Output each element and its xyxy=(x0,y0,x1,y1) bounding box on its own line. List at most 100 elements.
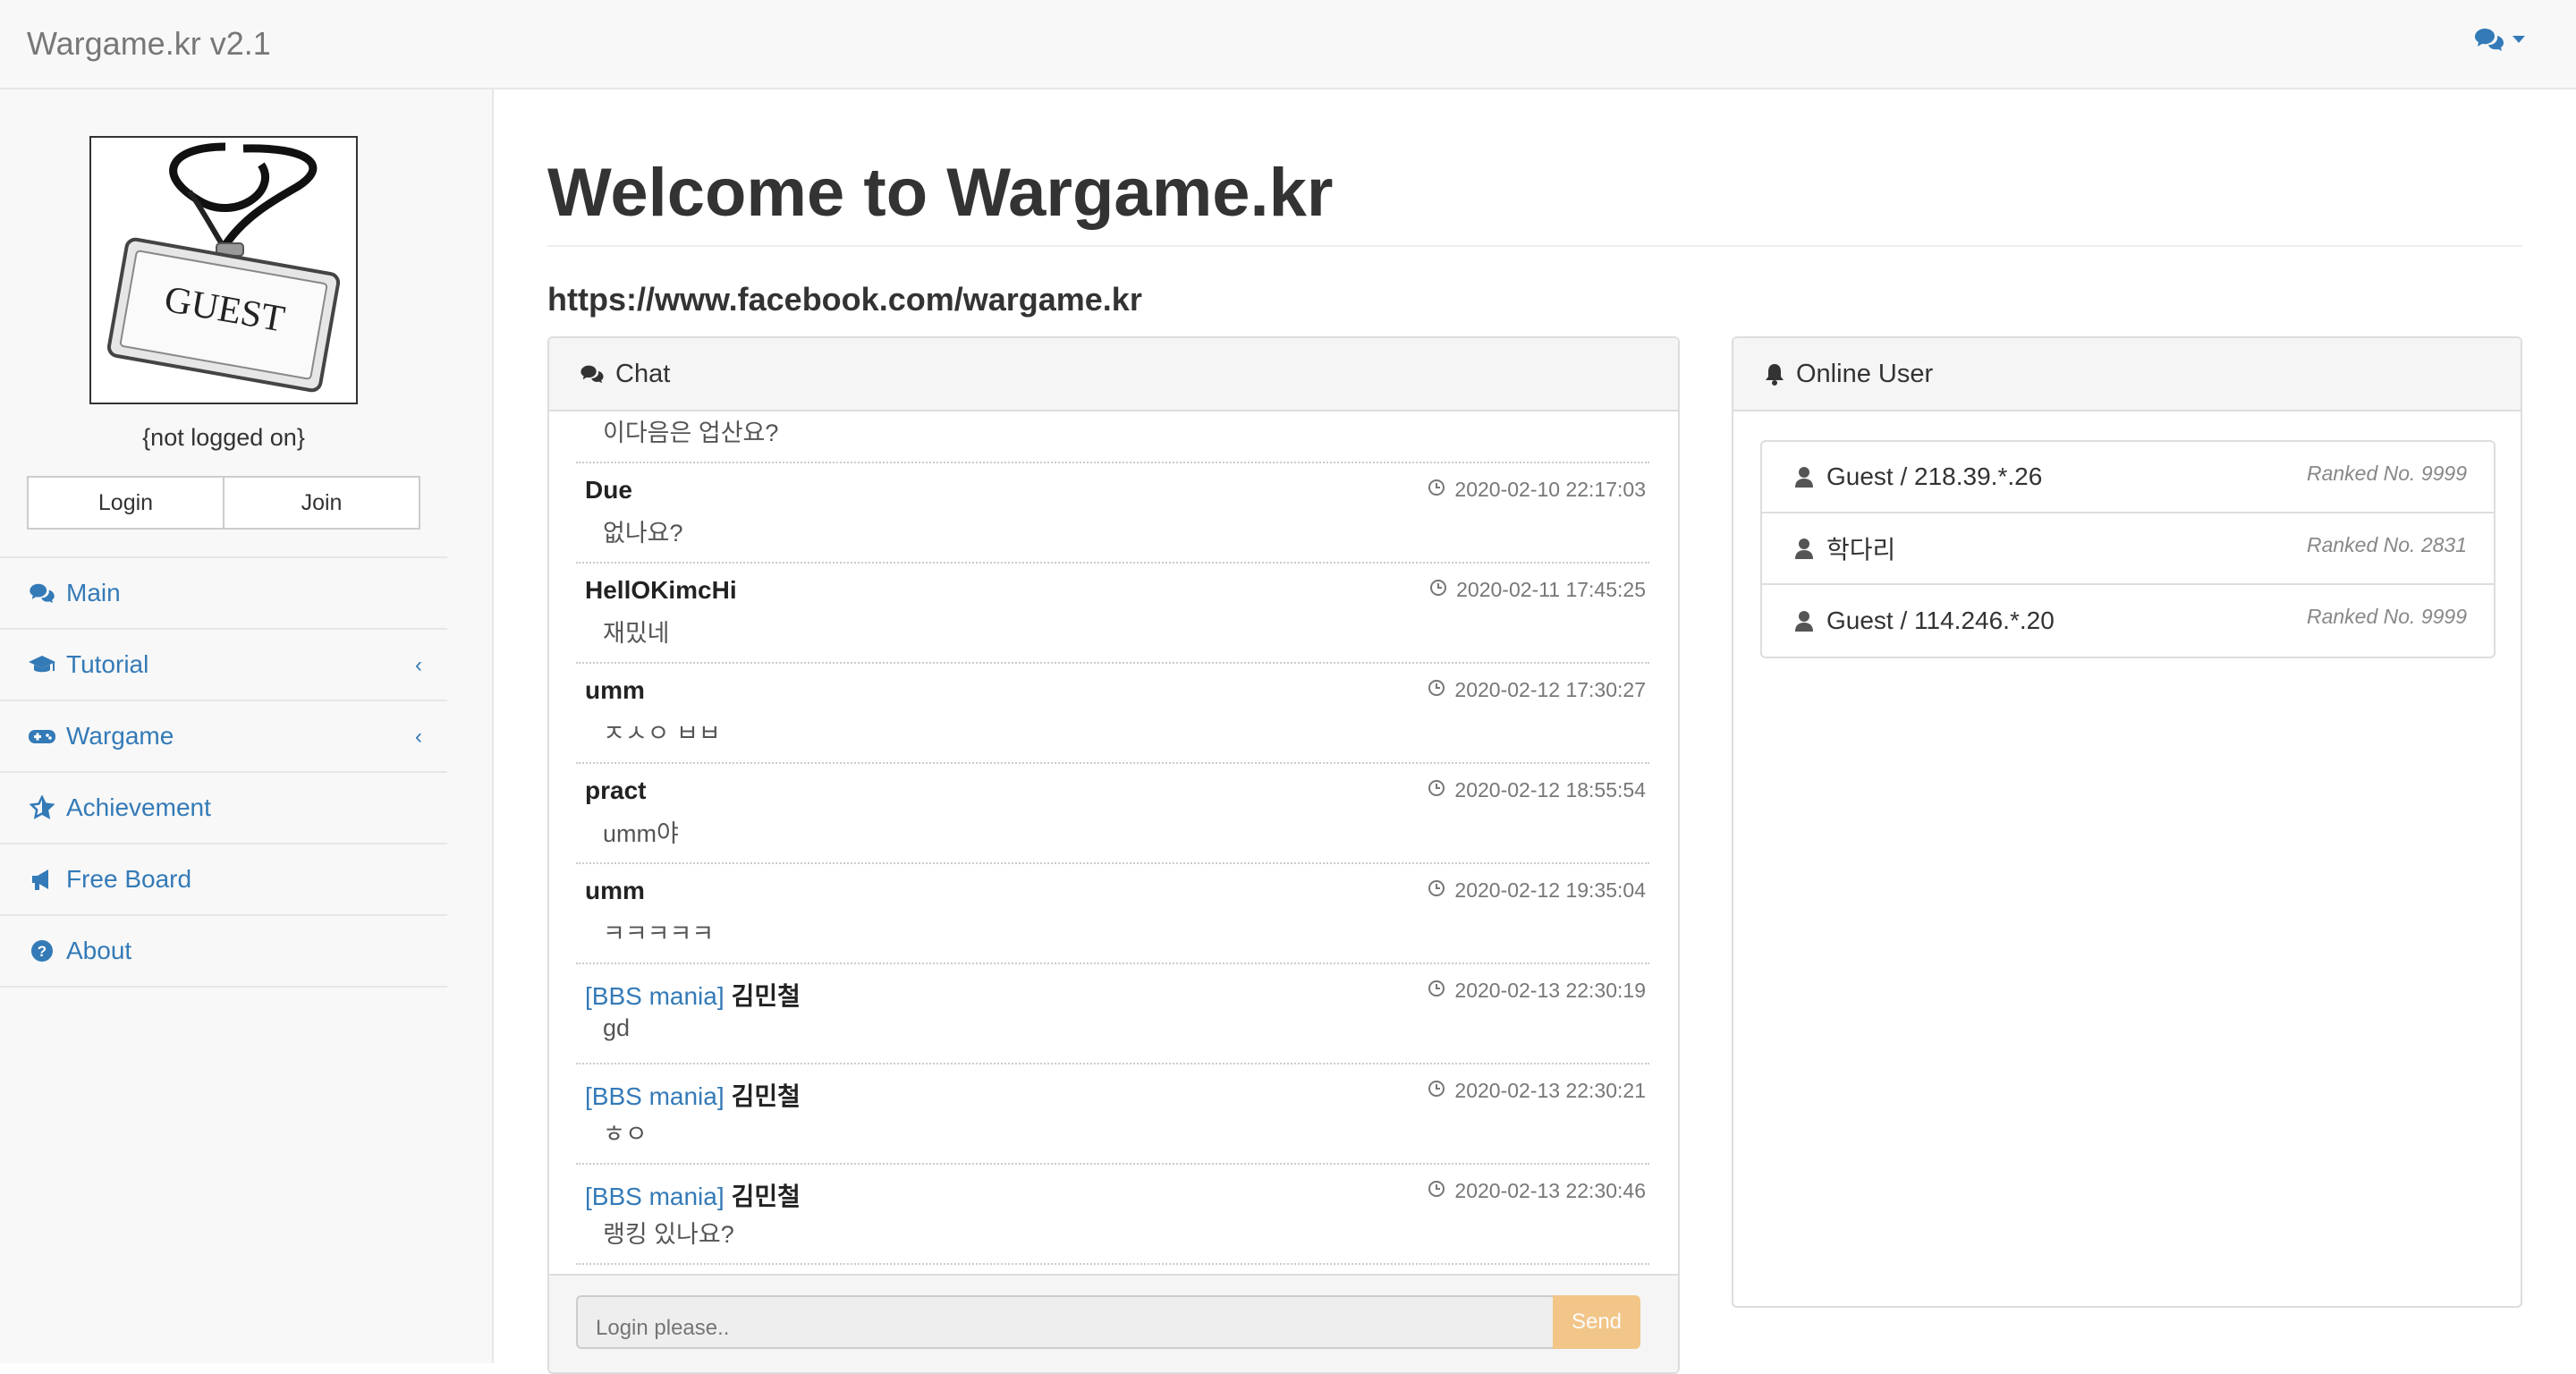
star-icon xyxy=(27,793,57,823)
user-rank: Ranked No. 2831 xyxy=(2306,533,2467,556)
send-button[interactable]: Send xyxy=(1553,1295,1640,1349)
clock-icon xyxy=(1428,478,1445,502)
message-timestamp: 2020-02-13 22:30:21 xyxy=(1454,1079,1646,1102)
message-text: 없나요? xyxy=(603,520,683,547)
sidebar-item-about[interactable]: ? About xyxy=(0,916,447,988)
chat-message: pract 2020-02-12 18:55:54 umm야 xyxy=(576,764,1649,864)
login-button[interactable]: Login xyxy=(27,476,225,530)
guest-badge-image: GUEST xyxy=(106,142,341,393)
sidebar-item-tutorial[interactable]: Tutorial ‹ xyxy=(0,630,447,701)
chat-message: umm 2020-02-12 19:35:04 ㅋㅋㅋㅋㅋ xyxy=(576,864,1649,964)
message-text: ㅈㅅㅇ ㅂㅂ xyxy=(603,720,721,747)
user-tag-link[interactable]: [BBS mania] xyxy=(585,1082,724,1110)
clock-icon xyxy=(1428,678,1445,702)
clock-icon xyxy=(1428,1179,1445,1203)
clock-icon xyxy=(1429,578,1447,602)
sidebar-item-label: About xyxy=(66,937,132,964)
clock-icon xyxy=(1428,979,1445,1003)
language-dropdown[interactable] xyxy=(2474,27,2526,52)
message-timestamp: 2020-02-12 19:35:04 xyxy=(1454,878,1646,902)
user-icon xyxy=(1794,610,1814,632)
message-text: umm야 xyxy=(603,820,679,847)
svg-text:?: ? xyxy=(38,943,47,960)
sidebar-item-wargame[interactable]: Wargame ‹ xyxy=(0,701,447,773)
sidebar: GUEST {not logged on} Login Join Main Tu… xyxy=(0,89,494,1363)
user-icon xyxy=(1794,538,1814,559)
brand-title[interactable]: Wargame.kr v2.1 xyxy=(27,25,271,63)
message-time: 2020-02-13 22:30:21 xyxy=(1428,1079,1646,1103)
comments-icon xyxy=(27,578,57,608)
sidebar-item-main[interactable]: Main xyxy=(0,558,447,630)
chevron-left-icon: ‹ xyxy=(415,653,422,677)
clock-icon xyxy=(1428,1079,1445,1103)
sidebar-nav: Main Tutorial ‹ Wargame ‹ Achievement Fr… xyxy=(0,556,447,988)
avatar: GUEST xyxy=(89,136,358,404)
bell-icon xyxy=(1764,362,1785,386)
online-user-row[interactable]: Guest / 218.39.*.26 Ranked No. 9999 xyxy=(1762,442,2494,513)
message-username: 김민철 xyxy=(731,1082,801,1110)
join-button[interactable]: Join xyxy=(223,476,420,530)
clock-icon xyxy=(1428,778,1445,802)
user-tag-link[interactable]: [BBS mania] xyxy=(585,982,724,1010)
question-circle-icon: ? xyxy=(27,936,57,966)
bullhorn-icon xyxy=(27,864,57,895)
message-timestamp: 2020-02-10 22:17:03 xyxy=(1454,478,1646,501)
chat-panel: Chat 이다음은 업산요? Due 2020-02-10 22:17:03 없… xyxy=(547,336,1680,1374)
clock-icon xyxy=(1428,878,1445,903)
message-time: 2020-02-13 22:30:46 xyxy=(1428,1179,1646,1203)
comments-icon xyxy=(2474,27,2504,52)
chat-message: [BBS mania] 김민철 2020-02-13 22:30:21 ㅎㅇ xyxy=(576,1064,1649,1165)
main-content: Welcome to Wargame.kr https://www.facebo… xyxy=(494,89,2576,1374)
message-username: 김민철 xyxy=(731,982,801,1010)
sidebar-item-achievement[interactable]: Achievement xyxy=(0,773,447,844)
online-user-row[interactable]: 학다리 Ranked No. 2831 xyxy=(1762,513,2494,585)
message-user: [BBS mania] 김민철 xyxy=(585,1077,801,1113)
message-user: umm xyxy=(585,676,645,704)
user-rank: Ranked No. 9999 xyxy=(2306,605,2467,628)
online-user-name: 학다리 xyxy=(1826,536,1896,564)
message-username: 김민철 xyxy=(731,1183,801,1210)
message-user: [BBS mania] 김민철 xyxy=(585,1177,801,1213)
message-text: 랭킹 있나요? xyxy=(603,1221,734,1248)
user-tag-link[interactable]: [BBS mania] xyxy=(585,1183,724,1210)
chat-message: umm 2020-02-12 17:30:27 ㅈㅅㅇ ㅂㅂ xyxy=(576,664,1649,764)
facebook-link[interactable]: https://www.facebook.com/wargame.kr xyxy=(547,281,1142,318)
top-navbar: Wargame.kr v2.1 xyxy=(0,0,2576,89)
sidebar-item-label: Wargame xyxy=(66,722,174,750)
message-time: 2020-02-11 17:45:25 xyxy=(1429,578,1646,602)
online-title: Online User xyxy=(1796,359,1934,388)
gamepad-icon xyxy=(27,721,57,751)
chat-title: Chat xyxy=(615,359,671,388)
message-text: ㅋㅋㅋㅋㅋ xyxy=(603,920,715,947)
chat-message: HellOKimcHi 2020-02-11 17:45:25 재밌네 xyxy=(576,564,1649,664)
message-text: 이다음은 업산요? xyxy=(603,420,779,446)
message-time: 2020-02-12 17:30:27 xyxy=(1428,678,1646,702)
online-user-name: Guest / 114.246.*.20 xyxy=(1826,606,2055,634)
message-timestamp: 2020-02-12 18:55:54 xyxy=(1454,778,1646,802)
divider xyxy=(547,245,2522,247)
message-user: [BBS mania] 김민철 xyxy=(585,977,801,1013)
message-timestamp: 2020-02-13 22:30:46 xyxy=(1454,1179,1646,1202)
chat-message: [BBS mania] 김민철 2020-02-13 22:30:19 gd xyxy=(576,964,1649,1064)
message-text: 재밌네 xyxy=(603,620,670,647)
message-time: 2020-02-12 18:55:54 xyxy=(1428,778,1646,802)
sidebar-item-free-board[interactable]: Free Board xyxy=(0,844,447,916)
online-user-list: Guest / 218.39.*.26 Ranked No. 9999 학다리 … xyxy=(1760,440,2496,658)
message-time: 2020-02-12 19:35:04 xyxy=(1428,878,1646,903)
message-text: ㅎㅇ xyxy=(603,1121,648,1148)
page-title: Welcome to Wargame.kr xyxy=(547,155,1334,231)
chevron-left-icon: ‹ xyxy=(415,725,422,749)
message-time: 2020-02-10 22:17:03 xyxy=(1428,478,1646,502)
message-time: 2020-02-13 22:30:19 xyxy=(1428,979,1646,1003)
sidebar-item-label: Main xyxy=(66,579,121,606)
chat-messages[interactable]: 이다음은 업산요? Due 2020-02-10 22:17:03 없나요? H… xyxy=(549,411,1678,1274)
caret-down-icon xyxy=(2512,35,2526,44)
chat-input[interactable] xyxy=(576,1295,1553,1349)
chat-footer: Send xyxy=(549,1274,1678,1372)
online-user-row[interactable]: Guest / 114.246.*.20 Ranked No. 9999 xyxy=(1762,585,2494,657)
sidebar-item-label: Achievement xyxy=(66,793,211,821)
auth-buttons: Login Join xyxy=(27,476,420,530)
message-user: pract xyxy=(585,776,647,804)
chat-panel-heading: Chat xyxy=(549,338,1678,411)
message-user: HellOKimcHi xyxy=(585,576,737,604)
